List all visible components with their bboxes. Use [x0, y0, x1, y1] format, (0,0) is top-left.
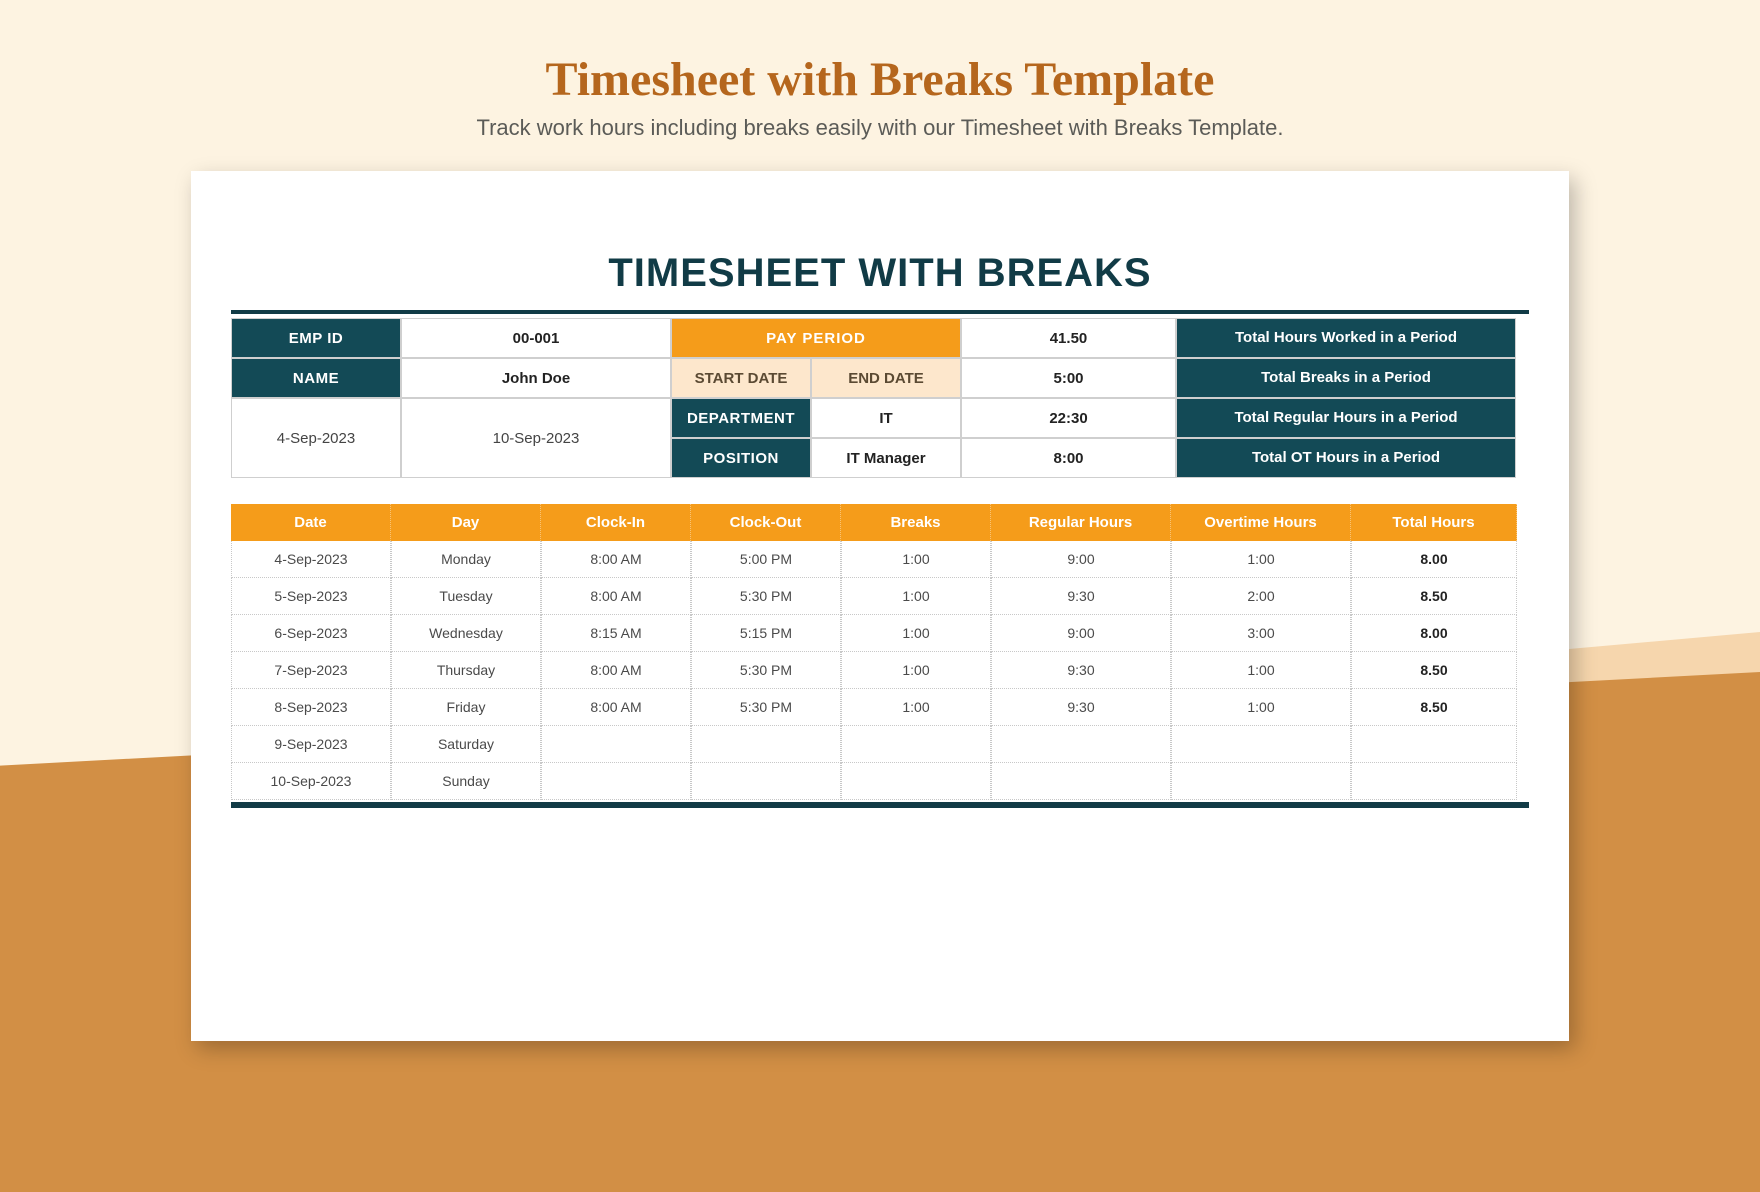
table-cell: 4-Sep-2023: [231, 541, 391, 578]
info-grid: EMP ID 00-001 PAY PERIOD 41.50 Total Hou…: [231, 318, 1529, 478]
table-cell: [841, 726, 991, 763]
sheet-title: TIMESHEET WITH BREAKS: [231, 251, 1529, 296]
table-cell: 1:00: [841, 652, 991, 689]
table-cell: 5:15 PM: [691, 615, 841, 652]
table-cell: [991, 726, 1171, 763]
table-cell: 5:00 PM: [691, 541, 841, 578]
table-cell: 8:00 AM: [541, 578, 691, 615]
table-cell: 9:30: [991, 652, 1171, 689]
page-title: Timesheet with Breaks Template: [0, 52, 1760, 107]
table-cell: 5:30 PM: [691, 689, 841, 726]
table-cell: [1171, 763, 1351, 800]
label-start-date: START DATE: [671, 358, 811, 398]
table-cell: 5:30 PM: [691, 652, 841, 689]
value-name: John Doe: [401, 358, 671, 398]
table-cell: 8.50: [1351, 652, 1517, 689]
table-cell: [1171, 726, 1351, 763]
label-total-ot: Total OT Hours in a Period: [1176, 438, 1516, 478]
table-cell: 6-Sep-2023: [231, 615, 391, 652]
table-cell: 9:30: [991, 689, 1171, 726]
table-cell: 1:00: [1171, 652, 1351, 689]
table-cell: 8:15 AM: [541, 615, 691, 652]
table-cell: 1:00: [841, 615, 991, 652]
table-cell: 9:30: [991, 578, 1171, 615]
label-total-regular: Total Regular Hours in a Period: [1176, 398, 1516, 438]
table-cell: 2:00: [1171, 578, 1351, 615]
table-cell: 8-Sep-2023: [231, 689, 391, 726]
table-cell: [691, 763, 841, 800]
value-total-worked: 41.50: [961, 318, 1176, 358]
template-card: TIMESHEET WITH BREAKS EMP ID 00-001 PAY …: [191, 171, 1569, 1041]
table-cell: 8.00: [1351, 541, 1517, 578]
label-total-worked: Total Hours Worked in a Period: [1176, 318, 1516, 358]
page-subtitle: Track work hours including breaks easily…: [0, 115, 1760, 141]
table-cell: [991, 763, 1171, 800]
table-cell: 9:00: [991, 541, 1171, 578]
label-department: DEPARTMENT: [671, 398, 811, 438]
col-header: Date: [231, 504, 391, 541]
timesheet-table: DateDayClock-InClock-OutBreaksRegular Ho…: [231, 504, 1529, 800]
table-cell: [841, 763, 991, 800]
table-cell: [691, 726, 841, 763]
table-cell: 5-Sep-2023: [231, 578, 391, 615]
bottom-rule: [231, 802, 1529, 808]
label-position: POSITION: [671, 438, 811, 478]
table-cell: Thursday: [391, 652, 541, 689]
col-header: Breaks: [841, 504, 991, 541]
value-total-ot: 8:00: [961, 438, 1176, 478]
col-header: Day: [391, 504, 541, 541]
label-pay-period: PAY PERIOD: [671, 318, 961, 358]
table-cell: 1:00: [1171, 541, 1351, 578]
divider: [231, 310, 1529, 314]
table-cell: 8.00: [1351, 615, 1517, 652]
table-cell: Wednesday: [391, 615, 541, 652]
value-department: IT: [811, 398, 961, 438]
table-cell: [1351, 726, 1517, 763]
col-header: Regular Hours: [991, 504, 1171, 541]
table-cell: 3:00: [1171, 615, 1351, 652]
table-cell: 10-Sep-2023: [231, 763, 391, 800]
table-cell: 8.50: [1351, 578, 1517, 615]
table-cell: 8:00 AM: [541, 652, 691, 689]
value-position: IT Manager: [811, 438, 961, 478]
table-cell: 1:00: [841, 541, 991, 578]
table-cell: 5:30 PM: [691, 578, 841, 615]
table-cell: 7-Sep-2023: [231, 652, 391, 689]
table-cell: Tuesday: [391, 578, 541, 615]
value-start-date: 4-Sep-2023: [231, 398, 401, 478]
table-cell: 1:00: [841, 689, 991, 726]
value-emp-id: 00-001: [401, 318, 671, 358]
label-name: NAME: [231, 358, 401, 398]
table-cell: 8:00 AM: [541, 689, 691, 726]
col-header: Clock-In: [541, 504, 691, 541]
table-cell: 8:00 AM: [541, 541, 691, 578]
table-cell: 9-Sep-2023: [231, 726, 391, 763]
table-cell: Saturday: [391, 726, 541, 763]
label-total-breaks: Total Breaks in a Period: [1176, 358, 1516, 398]
value-total-regular: 22:30: [961, 398, 1176, 438]
label-end-date: END DATE: [811, 358, 961, 398]
table-cell: 9:00: [991, 615, 1171, 652]
table-cell: 1:00: [841, 578, 991, 615]
table-cell: 1:00: [1171, 689, 1351, 726]
label-emp-id: EMP ID: [231, 318, 401, 358]
table-cell: [1351, 763, 1517, 800]
table-cell: [541, 726, 691, 763]
value-total-breaks: 5:00: [961, 358, 1176, 398]
col-header: Total Hours: [1351, 504, 1517, 541]
table-cell: 8.50: [1351, 689, 1517, 726]
col-header: Clock-Out: [691, 504, 841, 541]
table-cell: Sunday: [391, 763, 541, 800]
table-cell: Monday: [391, 541, 541, 578]
col-header: Overtime Hours: [1171, 504, 1351, 541]
table-cell: Friday: [391, 689, 541, 726]
table-cell: [541, 763, 691, 800]
value-end-date: 10-Sep-2023: [401, 398, 671, 478]
